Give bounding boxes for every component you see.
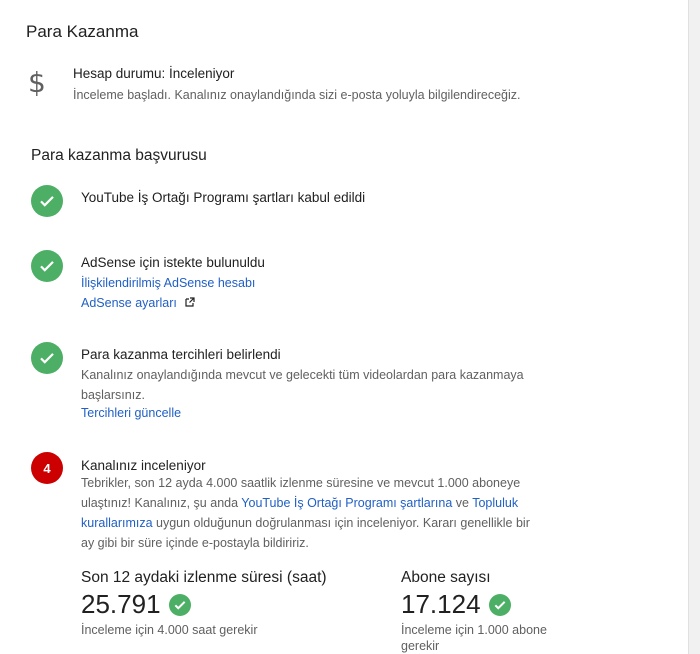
step-4-text-line: Tebrikler, son 12 ayda 4.000 saatlik izl… — [81, 476, 521, 490]
subscribers-note-line: İnceleme için 1.000 abone — [401, 623, 547, 637]
check-icon — [31, 185, 63, 217]
account-status: Hesap durumu: İnceleniyor — [73, 66, 235, 81]
subscribers-value-row: 17.124 — [401, 589, 511, 620]
update-preferences-link[interactable]: Tercihleri güncelle — [81, 406, 181, 420]
step-1-title: YouTube İş Ortağı Programı şartları kabu… — [81, 190, 366, 205]
external-link-icon — [185, 294, 195, 312]
step-4-title: Kanalınız inceleniyor — [81, 458, 206, 473]
watch-time-value-row: 25.791 — [81, 589, 191, 620]
check-icon — [168, 593, 191, 616]
subscribers-label: Abone sayısı — [401, 569, 491, 586]
subscribers-note-line: gerekir — [401, 639, 440, 653]
monetization-card: Para Kazanma $ Hesap durumu: İnceleniyor… — [0, 0, 689, 654]
ypp-terms-link[interactable]: YouTube İş Ortağı Programı şartlarına — [241, 496, 452, 510]
watch-time-value: 25.791 — [81, 589, 161, 619]
step-2-title: AdSense için istekte bulunuldu — [81, 255, 265, 270]
subscribers-note: İnceleme için 1.000 abone gerekir — [401, 622, 547, 654]
step-3-text-line: Kanalınız onaylandığında mevcut ve gelec… — [81, 368, 524, 382]
text-span: ulaştınız! Kanalınız, şu anda — [81, 496, 242, 510]
step-3-text-line: başlarsınız. — [81, 388, 145, 402]
check-icon — [488, 593, 511, 616]
step-3-text: Kanalınız onaylandığında mevcut ve gelec… — [81, 365, 551, 405]
community-guidelines-link[interactable]: Topluluk — [472, 496, 518, 510]
check-icon — [31, 250, 63, 282]
watch-time-label: Son 12 aydaki izlenme süresi (saat) — [81, 569, 327, 586]
section-title: Para kazanma başvurusu — [31, 147, 207, 164]
dollar-icon: $ — [28, 66, 46, 99]
step-4-text: Tebrikler, son 12 ayda 4.000 saatlik izl… — [81, 473, 551, 553]
step-4-text-line: kurallarımıza uygun olduğunun doğrulanma… — [81, 513, 551, 533]
subscribers-value: 17.124 — [401, 589, 481, 619]
adsense-account-link[interactable]: İlişkilendirilmiş AdSense hesabı — [81, 276, 255, 290]
text-span: ve — [452, 496, 473, 510]
watch-time-note: İnceleme için 4.000 saat gerekir — [81, 623, 258, 637]
step-4-text-line: ay gibi bir süre içinde e-postayla bildi… — [81, 536, 309, 550]
step-4-text-line: ulaştınız! Kanalınız, şu anda YouTube İş… — [81, 493, 551, 513]
step-number-badge: 4 — [31, 452, 63, 484]
community-guidelines-link-cont[interactable]: kurallarımıza — [81, 516, 153, 530]
step-3-title: Para kazanma tercihleri belirlendi — [81, 347, 281, 362]
text-span: uygun olduğunun doğrulanması için incele… — [152, 516, 530, 530]
account-status-description: İnceleme başladı. Kanalınız onaylandığın… — [73, 88, 521, 102]
check-icon — [31, 342, 63, 374]
page-title: Para Kazanma — [26, 22, 139, 41]
adsense-settings-link[interactable]: AdSense ayarları — [81, 296, 177, 310]
